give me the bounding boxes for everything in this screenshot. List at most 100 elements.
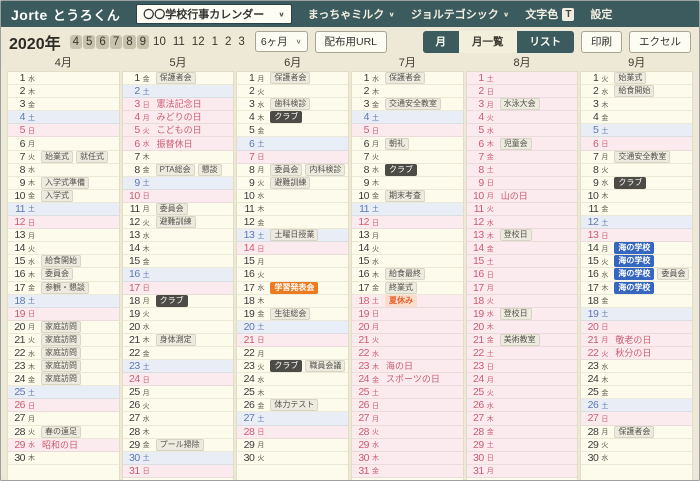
calendar-day-row[interactable]: 3 日憲法記念日 — [122, 98, 234, 112]
calendar-day-row[interactable]: 20 水 — [122, 321, 234, 334]
calendar-select[interactable]: 〇〇学校行事カレンダー ∨ — [136, 4, 292, 24]
calendar-day-row[interactable]: 24 金スポーツの日 — [352, 373, 463, 387]
calendar-day-row[interactable]: 4火 — [466, 111, 578, 125]
calendar-day-row[interactable]: 24 金家庭訪問 — [8, 373, 119, 387]
event-badge[interactable]: 家庭訪問 — [41, 360, 81, 373]
event-badge[interactable]: 水泳大会 — [499, 98, 540, 111]
event-badge[interactable]: クラブ — [385, 163, 418, 176]
event-badge[interactable]: 家庭訪問 — [41, 320, 81, 333]
event-badge[interactable]: クラブ — [614, 176, 647, 189]
calendar-day-row[interactable]: 20 木 — [466, 320, 578, 334]
calendar-day-row[interactable]: 30 日 — [466, 451, 578, 465]
calendar-day-row[interactable]: 7木 — [122, 151, 234, 164]
event-badge[interactable]: 参観・懇談 — [41, 281, 89, 294]
event-badge[interactable]: クラブ — [155, 294, 188, 307]
font-menu[interactable]: ジョルテゴシック ∨ — [411, 6, 510, 22]
event-badge[interactable]: 終業式 — [385, 281, 418, 294]
calendar-day-row[interactable]: 25 火 — [466, 386, 578, 400]
month-number[interactable]: 8 — [123, 34, 136, 49]
calendar-day-row[interactable]: 31 日 — [122, 464, 234, 478]
event-badge[interactable]: 春の遠足 — [41, 425, 81, 438]
calendar-day-row[interactable]: 6 月朝礼 — [352, 137, 463, 151]
calendar-day-row[interactable]: 9木 — [352, 177, 463, 190]
calendar-day-row[interactable]: 4土 — [8, 111, 119, 125]
calendar-day-row[interactable]: 13 日 — [581, 229, 693, 243]
event-badge[interactable]: 避難訓練 — [155, 216, 196, 229]
excel-button[interactable]: エクセル — [629, 30, 691, 53]
calendar-day-row[interactable]: 29 月 — [237, 439, 349, 452]
event-badge[interactable]: 保護者会 — [270, 72, 311, 85]
event-badge[interactable]: 海の学校 — [614, 255, 655, 268]
calendar-day-row[interactable]: 28 火春の遠足 — [8, 425, 119, 439]
calendar-day-row[interactable]: 9土 — [122, 176, 234, 190]
calendar-day-row[interactable]: 13 土土曜日授業 — [237, 229, 349, 243]
event-badge[interactable]: 家庭訪問 — [41, 373, 81, 386]
calendar-day-row[interactable]: 16 木委員会 — [8, 268, 119, 282]
calendar-day-row[interactable]: 23 木海の日 — [352, 360, 463, 374]
calendar-day-row[interactable]: 5日 — [8, 124, 119, 138]
calendar-day-row[interactable]: 25 木 — [237, 386, 349, 400]
event-badge[interactable]: 入学式準備 — [41, 176, 89, 189]
calendar-day-row[interactable]: 5日 — [352, 124, 463, 138]
event-badge[interactable]: 朝礼 — [385, 137, 410, 150]
settings-button[interactable]: 設定 — [590, 6, 612, 22]
calendar-day-row[interactable]: 29 水昭和の日 — [8, 438, 119, 452]
calendar-day-row[interactable]: 24 日 — [122, 373, 234, 387]
calendar-day-row[interactable]: 16 水海の学校 委員会 — [581, 268, 693, 282]
calendar-day-row[interactable]: 11 火 — [466, 202, 578, 217]
calendar-day-row[interactable]: 8水 — [8, 164, 119, 177]
month-number[interactable]: 10 — [150, 35, 169, 49]
calendar-day-row[interactable]: 9日 — [466, 176, 578, 190]
calendar-day-row[interactable]: 5 火こどもの日 — [122, 124, 234, 138]
event-badge[interactable]: 家庭訪問 — [41, 347, 81, 360]
calendar-day-row[interactable]: 2 水給食開始 — [581, 85, 693, 99]
calendar-day-row[interactable]: 27 木 — [466, 412, 578, 426]
calendar-day-row[interactable]: 14 火 — [8, 242, 119, 256]
calendar-day-row[interactable]: 19 金生徒総会 — [237, 307, 349, 321]
calendar-day-row[interactable]: 26 日 — [352, 399, 463, 413]
calendar-day-row[interactable]: 26 土 — [581, 399, 693, 413]
calendar-day-row[interactable]: 28 月保護者会 — [581, 425, 693, 439]
calendar-day-row[interactable]: 24 水 — [237, 373, 349, 387]
calendar-day-row[interactable]: 22 金 — [122, 347, 234, 361]
calendar-day-row[interactable]: 26 金体力テスト — [237, 399, 349, 413]
calendar-day-row[interactable]: 10 金期末考査 — [352, 189, 463, 203]
calendar-day-row[interactable]: 18 金 — [581, 295, 693, 308]
calendar-day-row[interactable]: 6 木児童会 — [466, 137, 578, 151]
calendar-day-row[interactable]: 13 月 — [352, 229, 463, 243]
calendar-day-row[interactable]: 12 日 — [352, 216, 463, 230]
calendar-day-row[interactable]: 30 木 — [8, 452, 119, 465]
calendar-day-row[interactable]: 18 土夏休み — [352, 294, 463, 308]
event-badge[interactable]: 海の学校 — [614, 242, 655, 255]
calendar-day-row[interactable]: 1土 — [466, 72, 578, 86]
calendar-day-row[interactable]: 8 月委員会 内科検診 — [237, 163, 349, 177]
event-badge[interactable]: 懇談 — [197, 163, 222, 176]
calendar-day-row[interactable]: 17 日 — [122, 281, 234, 295]
calendar-day-row[interactable]: 21 火家庭訪問 — [8, 333, 119, 347]
view-month[interactable]: 月 — [422, 30, 459, 53]
calendar-day-row[interactable]: 7 火始業式 就任式 — [8, 150, 119, 164]
view-list[interactable]: リスト — [516, 30, 574, 53]
calendar-day-row[interactable]: 3 月水泳大会 — [466, 98, 578, 112]
calendar-day-row[interactable]: 10 水 — [237, 190, 349, 203]
calendar-day-row[interactable]: 11 金 — [581, 203, 693, 217]
event-badge[interactable]: 児童会 — [499, 137, 532, 150]
event-badge[interactable]: 保護者会 — [155, 72, 196, 85]
calendar-day-row[interactable]: 15 金 — [122, 255, 234, 269]
calendar-day-row[interactable]: 28 金 — [466, 425, 578, 439]
calendar-day-row[interactable]: 30 木 — [352, 451, 463, 465]
calendar-day-row[interactable]: 24 木 — [581, 373, 693, 387]
calendar-day-row[interactable]: 17 木海の学校 — [581, 281, 693, 295]
calendar-day-row[interactable]: 19 火 — [122, 308, 234, 321]
distribution-url-button[interactable]: 配布用URL — [314, 30, 388, 53]
calendar-day-row[interactable]: 30 土 — [122, 451, 234, 465]
calendar-day-row[interactable]: 31 月 — [466, 464, 578, 478]
calendar-day-row[interactable]: 6日 — [581, 137, 693, 151]
calendar-day-row[interactable]: 2火 — [237, 85, 349, 99]
calendar-day-row[interactable]: 12 金 — [237, 216, 349, 230]
month-number[interactable]: 5 — [83, 34, 96, 49]
calendar-day-row[interactable]: 14 木 — [122, 242, 234, 256]
calendar-day-row[interactable]: 29 土 — [466, 438, 578, 452]
calendar-day-row[interactable]: 25 月 — [122, 386, 234, 400]
calendar-day-row[interactable]: 16 土 — [122, 268, 234, 282]
